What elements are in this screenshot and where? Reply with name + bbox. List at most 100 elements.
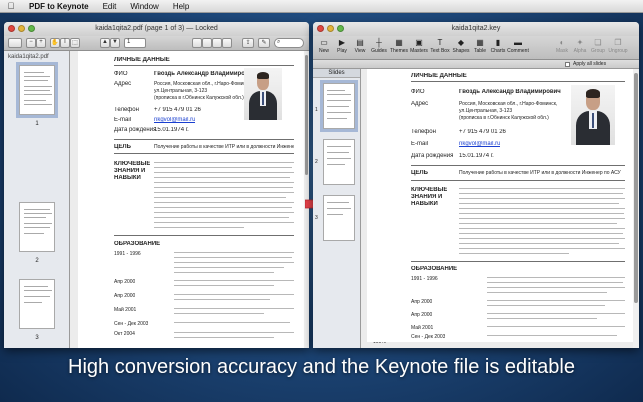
edu-year-2: Апр 2000 xyxy=(114,279,136,285)
thumbnail-sidebar: kaida1qita2.pdf 1 2 3 xyxy=(4,51,70,348)
toolbar-themes[interactable]: ▦ Themes xyxy=(389,38,409,54)
section-personal: ЛИЧНЫЕ ДАННЫЕ xyxy=(114,57,170,63)
keynote-window: kaida1qita2.key ▭ New ▶ Play ▤ View ┼ Guides… xyxy=(313,22,639,348)
k-skills-label-2: ЗНАНИЯ И xyxy=(411,194,443,200)
k-skills-label-3: НАВЫКИ xyxy=(411,201,438,207)
k-fio-label: ФИО xyxy=(411,89,425,95)
menu-bar:  PDF to Keynote Edit Window Help xyxy=(0,0,643,13)
toolbar-table[interactable]: ▦ Table xyxy=(471,38,489,54)
edu-year-4: Май 2001 xyxy=(114,307,137,313)
fio-value: Гвоздь Александр Владимирович xyxy=(154,71,256,77)
keynote-scrollbar[interactable] xyxy=(633,69,639,348)
toolbar-text-box[interactable]: T Text Box xyxy=(429,38,451,54)
k-skills-label-1: КЛЮЧЕВЫЕ xyxy=(411,187,448,193)
keynote-zoom-button[interactable] xyxy=(337,25,344,32)
text-tool-button[interactable]: I xyxy=(60,38,70,48)
view-facing-button[interactable] xyxy=(212,38,222,48)
close-button[interactable] xyxy=(8,25,15,32)
toolbar-group[interactable]: ❏ Group xyxy=(589,38,607,54)
address-label: Адрес xyxy=(114,81,132,87)
phone-label: Телефон xyxy=(114,107,139,113)
k-education-label: ОБРАЗОВАНИЕ xyxy=(411,266,458,272)
prev-page-button[interactable]: ▲ xyxy=(100,38,110,48)
preview-scroll-thumb[interactable] xyxy=(305,55,308,175)
phone-value: +7 915 479 01 26 xyxy=(154,107,201,113)
skills-label-2: ЗНАНИЯ И xyxy=(114,168,146,174)
promo-caption: High conversion accuracy and the Keynote… xyxy=(68,356,575,378)
move-tool-button[interactable]: ✋ xyxy=(50,38,60,48)
sidebar-toggle-button[interactable] xyxy=(8,38,22,48)
menu-help[interactable]: Help xyxy=(166,2,196,11)
slide-thumbnail-1[interactable] xyxy=(320,80,358,132)
toolbar-new[interactable]: ▭ New xyxy=(315,38,333,54)
k-phone-label: Телефон xyxy=(411,129,436,135)
next-page-button[interactable]: ▼ xyxy=(110,38,120,48)
email-value[interactable]: nkgvol@mail.ru xyxy=(154,117,195,123)
minimize-button[interactable] xyxy=(18,25,25,32)
keynote-minimize-button[interactable] xyxy=(327,25,334,32)
preview-toolbar: − + ✋ I ⬚ ▲ ▼ 1 ⇪ ✎ ⌕ xyxy=(4,36,309,51)
k-goal-label: ЦЕЛЬ xyxy=(411,170,428,176)
apply-all-label: Apply all slides xyxy=(573,61,607,67)
page-number-field[interactable]: 1 xyxy=(124,38,146,48)
k-section-personal: ЛИЧНЫЕ ДАННЫЕ xyxy=(411,73,467,79)
k-edu-year-5: Сен - Дек 2003 xyxy=(411,334,446,340)
k-edu-year-3: Апр 2000 xyxy=(411,312,433,318)
address-line-1: Россия, Московская обл., г.Наро-Фоминск, xyxy=(154,81,253,87)
thumbnail-label-1: 1 xyxy=(35,121,39,127)
toolbar-play[interactable]: ▶ Play xyxy=(333,38,351,54)
toolbar-alpha[interactable]: ✦ Alpha xyxy=(571,38,589,54)
zoom-button[interactable] xyxy=(28,25,35,32)
zoom-out-button[interactable]: − xyxy=(26,38,36,48)
menu-edit[interactable]: Edit xyxy=(96,2,124,11)
toolbar-mask[interactable]: ◐ Mask xyxy=(553,38,571,54)
toolbar-charts[interactable]: ▮ Charts xyxy=(489,38,507,54)
slide-thumbnail-3[interactable] xyxy=(323,195,355,241)
edu-year-6: Окт 2004 xyxy=(114,331,135,337)
view-continuous-button[interactable] xyxy=(202,38,212,48)
thumbnail-page-2[interactable] xyxy=(19,202,55,252)
thumbnail-page-1[interactable] xyxy=(16,62,58,118)
thumbnail-label-3: 3 xyxy=(35,335,39,341)
thumbnail-page-3[interactable] xyxy=(19,279,55,329)
toolbar-comment[interactable]: ▬ Comment xyxy=(507,38,529,54)
slide-label-1: 1 xyxy=(315,107,318,113)
view-single-button[interactable] xyxy=(192,38,202,48)
select-tool-button[interactable]: ⬚ xyxy=(70,38,80,48)
keynote-close-button[interactable] xyxy=(317,25,324,32)
keynote-scroll-thumb[interactable] xyxy=(634,73,638,303)
birth-value: 15.01.1974 г. xyxy=(154,127,189,133)
k-address-line-2: ул.Центральная, 3-123 xyxy=(459,108,513,114)
search-field[interactable]: ⌕ xyxy=(274,38,304,48)
k-email-label: E-mail xyxy=(411,141,429,147)
toolbar-masters[interactable]: ▣ Masters xyxy=(409,38,429,54)
slide-navigator: Slides 1 2 3 100% xyxy=(313,69,386,348)
k-address-line-1: Россия, Московская обл., г.Наро-Фоминск, xyxy=(459,101,558,107)
k-phone-value: +7 915 479 01 26 xyxy=(459,129,506,135)
k-email-value[interactable]: nkgvol@mail.ru xyxy=(459,141,500,147)
view-book-button[interactable] xyxy=(222,38,232,48)
menu-app-name[interactable]: PDF to Keynote xyxy=(22,2,96,11)
toolbar-shapes[interactable]: ◆ Shapes xyxy=(451,38,471,54)
slides-tab[interactable]: Slides xyxy=(313,69,360,78)
toolbar-ungroup[interactable]: ❐ Ungroup xyxy=(607,38,629,54)
apple-menu-icon[interactable]:  xyxy=(0,1,22,11)
profile-photo xyxy=(244,68,282,120)
thumbnail-label-2: 2 xyxy=(35,258,39,264)
k-profile-photo xyxy=(571,85,615,145)
share-button[interactable]: ⇪ xyxy=(242,38,254,48)
toolbar-view[interactable]: ▤ View xyxy=(351,38,369,54)
zoom-in-button[interactable]: + xyxy=(36,38,46,48)
format-bar: Apply all slides xyxy=(313,60,639,69)
k-address-label: Адрес xyxy=(411,101,429,107)
sidebar-title: kaida1qita2.pdf xyxy=(8,54,49,60)
apply-all-checkbox[interactable] xyxy=(565,62,570,67)
preview-titlebar: kaida1qita2.pdf (page 1 of 3) — Locked xyxy=(4,22,309,36)
toolbar-guides[interactable]: ┼ Guides xyxy=(369,38,389,54)
preview-window-title: kaida1qita2.pdf (page 1 of 3) — Locked xyxy=(95,25,218,32)
edu-year-3: Апр 2000 xyxy=(114,293,136,299)
menu-window[interactable]: Window xyxy=(123,2,165,11)
markup-button[interactable]: ✎ xyxy=(258,38,270,48)
email-label: E-mail xyxy=(114,117,132,123)
slide-thumbnail-2[interactable] xyxy=(323,139,355,185)
